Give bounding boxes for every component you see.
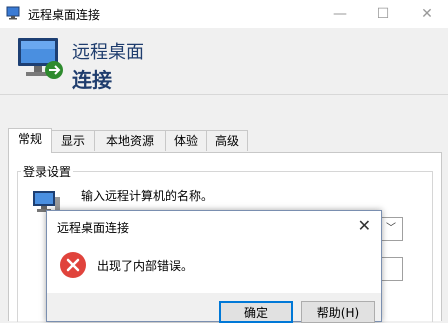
tab-advanced[interactable]: 高级 [206,130,248,151]
window-titlebar: 远程桌面连接 — ☐ ✕ [0,0,448,28]
window-title: 远程桌面连接 [28,8,101,22]
maximize-button[interactable]: ☐ [368,4,398,24]
tab-local-resources[interactable]: 本地资源 [94,130,166,151]
computer-name-hint: 输入远程计算机的名称。 [81,189,214,203]
error-message: 出现了内部错误。 [97,259,194,273]
error-icon [60,252,86,278]
computer-combo-dropdown[interactable]: ﹀ [379,217,403,241]
tab-general[interactable]: 常规 [8,128,52,153]
tab-experience[interactable]: 体验 [165,130,207,151]
dialog-close-button[interactable]: ✕ [358,216,371,235]
tab-display[interactable]: 显示 [51,130,95,151]
banner-title-line1: 远程桌面 [72,42,144,63]
dialog-title: 远程桌面连接 [57,221,130,235]
remote-desktop-icon [18,38,63,79]
minimize-button[interactable]: — [325,4,355,24]
error-dialog: 远程桌面连接 ✕ 出现了内部错误。 确定 帮助(H) [46,210,382,323]
remote-desktop-icon [6,6,20,20]
app-banner: 远程桌面 连接 [0,28,448,95]
close-button[interactable]: ✕ [412,4,442,24]
user-name-field[interactable] [379,257,403,281]
logon-settings-label: 登录设置 [21,163,74,180]
banner-title-line2: 连接 [72,68,112,92]
